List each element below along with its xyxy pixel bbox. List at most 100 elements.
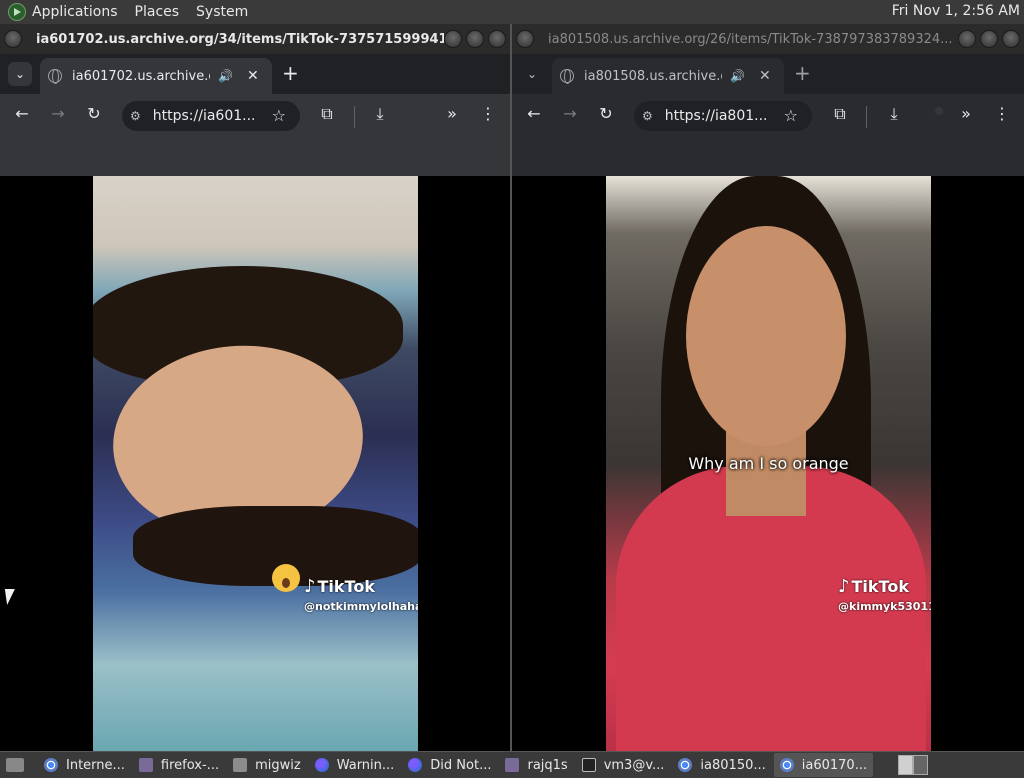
new-tab-plus-icon[interactable]: + [282,62,299,84]
address-text[interactable]: https://ia601... [153,108,256,124]
tab-title: ia601702.us.archive.org/3 [72,68,210,84]
workspace-1[interactable] [898,755,913,775]
download-icon[interactable]: ⤓ [882,104,906,124]
browser-window-left: ia601702.us.archive.org/34/items/TikTok-… [0,24,510,751]
address-text[interactable]: https://ia801... [665,108,768,124]
window-title: ia801508.us.archive.org/26/items/TikTok-… [548,31,953,47]
tab-strip: ⌄ ia601702.us.archive.org/3 🔊 ✕ + [0,54,510,94]
menu-system[interactable]: System [196,4,248,20]
screaming-emoji-icon [272,564,300,592]
app-icon [138,758,153,772]
site-settings-icon[interactable]: ⚙ [130,109,141,123]
window-titlebar[interactable]: ia801508.us.archive.org/26/items/TikTok-… [512,24,1024,54]
close-window-button[interactable] [488,30,506,48]
menu-applications[interactable]: Applications [32,4,118,20]
globe-icon [560,69,574,84]
taskbar-item-label: migwiz [255,757,301,773]
taskbar: Interne... firefox-... migwiz Warnin... … [0,751,1024,778]
tiktok-note-icon: ♪ [838,576,850,597]
tiktok-brand: TikTok [317,577,375,596]
window-title: ia601702.us.archive.org/34/items/TikTok-… [36,31,444,47]
forward-arrow-icon[interactable]: → [558,104,582,123]
taskbar-item[interactable]: migwiz [227,753,307,777]
close-window-button[interactable] [1002,30,1020,48]
extensions-puzzle-icon[interactable]: ⧉ [828,104,852,124]
minimize-button[interactable] [958,30,976,48]
mouse-cursor-icon [4,589,18,605]
tab-search-chevron-icon[interactable]: ⌄ [8,62,32,86]
address-bar[interactable]: ⚙ https://ia601... ☆ [122,101,300,131]
video-caption: Why am I so orange [688,454,849,473]
chrome-icon [44,758,58,772]
firefox-icon [314,758,329,772]
browser-window-right: ia801508.us.archive.org/26/items/TikTok-… [512,24,1024,751]
taskbar-item[interactable]: Interne... [38,753,131,777]
window-menu-button[interactable] [516,30,534,48]
speaker-icon[interactable]: 🔊 [218,69,233,83]
window-titlebar[interactable]: ia601702.us.archive.org/34/items/TikTok-… [0,24,510,54]
download-icon[interactable]: ⤓ [368,104,392,124]
bookmark-star-icon[interactable]: ☆ [272,106,286,125]
forward-arrow-icon[interactable]: → [46,104,70,123]
taskbar-item[interactable]: Warnin... [309,753,401,777]
taskbar-item-label: firefox-... [160,757,220,773]
address-bar[interactable]: ⚙ https://ia801... ☆ [634,101,812,131]
new-tab-plus-icon[interactable]: + [794,62,811,84]
back-arrow-icon[interactable]: ← [10,104,34,123]
video-player[interactable]: ♪ TikTok @notkimmylolhaha [93,176,418,751]
show-desktop-button[interactable] [0,753,36,777]
taskbar-item[interactable]: Did Not... [402,753,497,777]
taskbar-item[interactable]: rajq1s [499,753,573,777]
app-icon [505,758,520,772]
clock[interactable]: Fri Nov 1, 2:56 AM [892,3,1020,19]
kebab-menu-icon[interactable]: ⋮ [990,104,1014,123]
tab-search-chevron-icon[interactable]: ⌄ [520,62,544,86]
maximize-button[interactable] [466,30,484,48]
close-tab-icon[interactable]: ✕ [759,68,771,84]
minimize-button[interactable] [444,30,462,48]
tiktok-note-icon: ♪ [304,576,316,597]
chrome-icon [779,758,794,772]
taskbar-item[interactable]: firefox-... [133,753,225,777]
top-panel: Applications Places System Fri Nov 1, 2:… [0,0,1024,24]
bookmark-star-icon[interactable]: ☆ [784,106,798,125]
reload-icon[interactable]: ↻ [594,104,618,123]
extensions-puzzle-icon[interactable]: ⧉ [315,104,339,124]
workspace-2[interactable] [913,755,928,775]
show-desktop-icon [6,758,24,772]
close-tab-icon[interactable]: ✕ [247,68,259,84]
system-logo-icon[interactable] [8,3,26,21]
toolbar-separator [866,106,867,128]
more-tools-chevrons-icon[interactable]: » [440,104,464,123]
browser-toolbar: ← → ↻ ⚙ https://ia801... ☆ ⧉ ⤓ » ⋮ [512,94,1024,176]
taskbar-item[interactable]: ia80150... [672,753,771,777]
tab-archive[interactable]: ia601702.us.archive.org/3 🔊 ✕ [40,58,272,94]
globe-icon [48,69,62,84]
chrome-icon [678,758,693,772]
browser-toolbar: ← → ↻ ⚙ https://ia601... ☆ ⧉ ⤓ » ⋮ [0,94,510,176]
taskbar-item-label: ia80150... [700,757,766,773]
tab-archive[interactable]: ia801508.us.archive.org/ 🔊 ✕ [552,58,784,94]
taskbar-item-label: ia60170... [801,757,868,773]
taskbar-item[interactable]: vm3@v... [576,753,671,777]
tab-strip: ⌄ ia801508.us.archive.org/ 🔊 ✕ + [512,54,1024,94]
window-menu-button[interactable] [4,30,22,48]
more-tools-chevrons-icon[interactable]: » [954,104,978,123]
maximize-button[interactable] [980,30,998,48]
speaker-icon[interactable]: 🔊 [730,69,745,83]
site-settings-icon[interactable]: ⚙ [642,109,653,123]
taskbar-item[interactable]: ia60170... [773,753,874,777]
menu-places[interactable]: Places [135,4,180,20]
folder-icon [233,758,248,772]
video-player[interactable]: Why am I so orange ♪ TikTok @kimmyk53011 [606,176,931,751]
taskbar-item-label: Warnin... [336,757,395,773]
firefox-icon [408,758,423,772]
reload-icon[interactable]: ↻ [82,104,106,123]
kebab-menu-icon[interactable]: ⋮ [476,104,500,123]
video-face-shape [686,226,846,446]
taskbar-item-label: Interne... [66,757,125,773]
tiktok-brand: TikTok [851,577,909,596]
back-arrow-icon[interactable]: ← [522,104,546,123]
taskbar-item-label: vm3@v... [603,757,665,773]
taskbar-item-label: Did Not... [430,757,492,773]
